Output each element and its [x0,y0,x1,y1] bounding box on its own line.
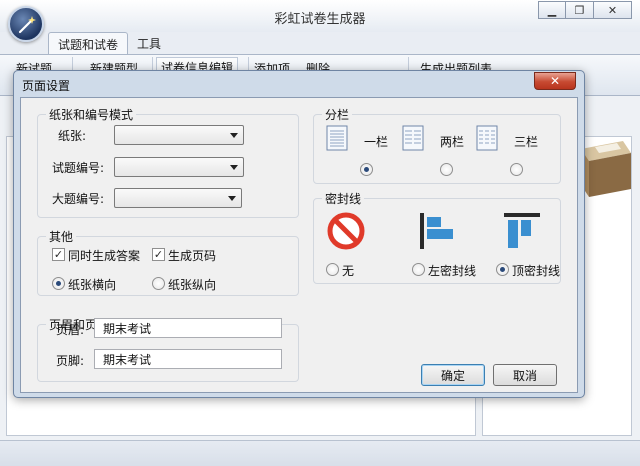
three-column-icon [476,125,498,151]
paper-label: 纸张: [58,129,87,143]
two-column-icon [402,125,424,151]
dialog-body: 纸张和编号模式 纸张: 试题编号: 大题编号: 其他 ✓ 同时生成答案 ✓ 生成… [20,97,578,393]
landscape-radio[interactable] [52,277,65,290]
landscape-label: 纸张横向 [68,278,117,292]
paper-select[interactable] [114,125,244,145]
left-seal-label: 左密封线 [428,264,477,278]
header-label: 页眉: [56,323,85,337]
portrait-label: 纸张纵向 [168,278,217,292]
left-seal-radio[interactable] [412,263,425,276]
magic-wand-icon [18,16,36,34]
one-column-radio[interactable] [360,163,373,176]
minimize-icon: ▁ [547,3,557,17]
one-column-icon [326,125,348,151]
cancel-button[interactable]: 取消 [493,364,557,386]
close-icon: ✕ [549,74,561,88]
columns-group: 分栏 一栏 两栏 三栏 [313,106,561,184]
app-titlebar: 彩虹试卷生成器 ▁ ❐ ✕ [0,0,640,32]
group-title: 密封线 [322,190,365,207]
portrait-radio[interactable] [152,277,165,290]
no-seal-label: 无 [342,264,355,278]
section-number-select[interactable] [114,188,242,208]
header-footer-group: 页眉和页脚 页眉: 页脚: [37,316,299,382]
group-title: 其他 [46,228,77,245]
other-options-group: 其他 ✓ 同时生成答案 ✓ 生成页码 纸张横向 纸张纵向 [37,228,299,296]
no-seal-radio[interactable] [326,263,339,276]
generate-page-number-label: 生成页码 [168,249,217,263]
restore-icon: ❐ [574,3,585,17]
generate-answer-label: 同时生成答案 [68,249,141,263]
section-number-label: 大题编号: [52,192,105,206]
close-button[interactable]: ✕ [594,1,632,19]
page-setup-dialog: 页面设置 ✕ 纸张和编号模式 纸张: 试题编号: 大题编号: 其他 ✓ 同时生成… [13,70,585,398]
footer-label: 页脚: [56,354,85,368]
question-number-select[interactable] [114,157,244,177]
window-controls: ▁ ❐ ✕ [538,1,632,19]
tab-questions-and-papers[interactable]: 试题和试卷 [48,32,129,54]
three-column-label: 三栏 [514,135,539,149]
generate-answer-checkbox[interactable]: ✓ [52,248,65,261]
two-column-label: 两栏 [440,135,465,149]
ribbon-tabs: 试题和试卷 工具 [48,32,170,54]
restore-button[interactable]: ❐ [566,1,594,19]
group-title: 分栏 [322,106,353,123]
paper-numbering-group: 纸张和编号模式 纸张: 试题编号: 大题编号: [37,106,299,218]
ok-button[interactable]: 确定 [421,364,485,386]
one-column-label: 一栏 [364,135,389,149]
left-seal-line-icon [420,213,453,249]
generate-page-number-checkbox[interactable]: ✓ [152,248,165,261]
top-seal-line-icon [504,213,540,248]
status-bar [0,440,640,466]
top-seal-label: 顶密封线 [512,264,561,278]
minimize-button[interactable]: ▁ [538,1,566,19]
no-symbol-icon [327,212,365,250]
seal-line-group: 密封线 无 左密封线 顶密封线 [313,190,561,284]
tab-tools[interactable]: 工具 [128,32,170,54]
top-seal-radio[interactable] [496,263,509,276]
dialog-close-button[interactable]: ✕ [534,72,576,90]
dialog-title: 页面设置 [22,79,71,93]
two-column-radio[interactable] [440,163,453,176]
header-input[interactable] [94,318,282,338]
app-menu-orb[interactable] [8,6,44,42]
question-number-label: 试题编号: [52,161,105,175]
close-icon: ✕ [607,3,618,17]
group-title: 纸张和编号模式 [46,106,137,123]
three-column-radio[interactable] [510,163,523,176]
footer-input[interactable] [94,349,282,369]
